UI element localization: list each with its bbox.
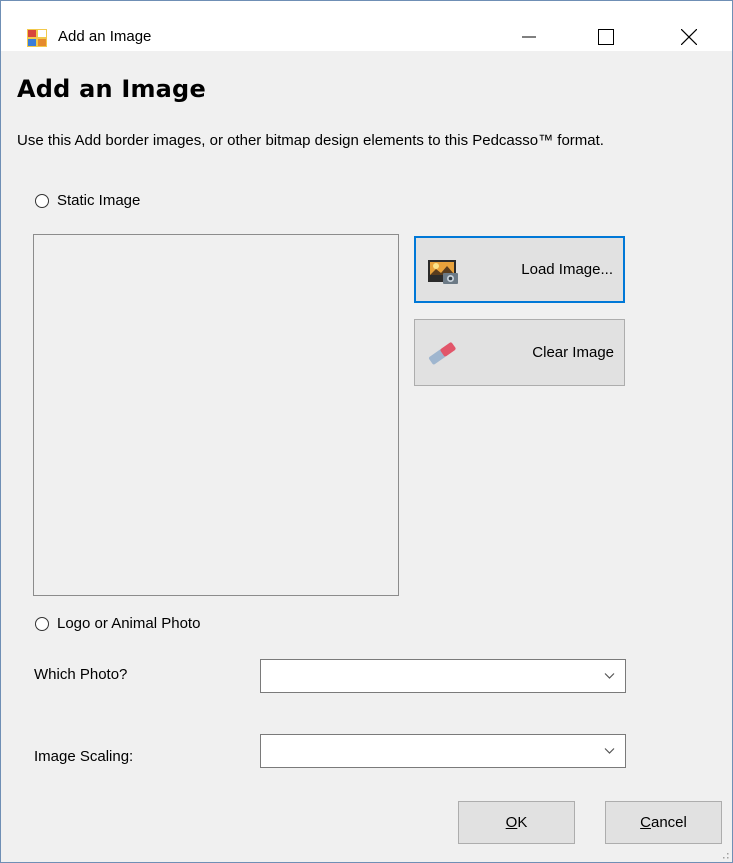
image-preview-box xyxy=(33,234,399,596)
cancel-button[interactable]: Cancel xyxy=(605,801,722,844)
clear-image-label: Clear Image xyxy=(532,344,614,361)
dialog-heading: Add an Image xyxy=(17,75,206,103)
static-image-label: Static Image xyxy=(57,192,141,209)
title-bar[interactable]: Add an Image xyxy=(1,1,732,51)
add-image-dialog: Add an Image Add an Image Use this Add b… xyxy=(0,0,733,863)
window-title: Add an Image xyxy=(58,28,152,45)
image-scaling-label: Image Scaling: xyxy=(34,748,134,765)
eraser-icon xyxy=(429,342,456,365)
logo-photo-label: Logo or Animal Photo xyxy=(57,615,201,632)
close-button[interactable] xyxy=(666,21,712,53)
radio-circle[interactable] xyxy=(35,616,49,631)
clear-image-button[interactable]: Clear Image xyxy=(414,319,625,386)
close-icon xyxy=(681,29,697,45)
radio-circle[interactable] xyxy=(35,193,49,208)
dialog-description: Use this Add border images, or other bit… xyxy=(17,132,604,149)
minimize-icon xyxy=(522,36,536,38)
which-photo-dropdown[interactable] xyxy=(260,659,626,693)
which-photo-label: Which Photo? xyxy=(34,666,128,683)
ok-label: K xyxy=(517,814,528,831)
maximize-button[interactable] xyxy=(583,21,629,53)
load-image-label: Load Image... xyxy=(521,261,613,278)
minimize-button[interactable] xyxy=(506,21,552,53)
ok-button[interactable]: OK xyxy=(458,801,575,844)
static-image-radio[interactable]: Static Image xyxy=(35,192,140,209)
logo-photo-radio[interactable]: Logo or Animal Photo xyxy=(35,615,200,632)
app-icon xyxy=(27,29,47,47)
load-image-button[interactable]: Load Image... xyxy=(414,236,625,303)
photo-camera-icon xyxy=(428,260,458,284)
maximize-icon xyxy=(598,29,614,45)
resize-grip-icon[interactable] xyxy=(721,851,729,859)
chevron-down-icon xyxy=(604,673,615,679)
cancel-label: ancel xyxy=(650,814,687,831)
image-scaling-dropdown[interactable] xyxy=(260,734,626,768)
ok-mnemonic: O xyxy=(505,814,518,831)
chevron-down-icon xyxy=(604,748,615,754)
cancel-mnemonic: C xyxy=(640,814,651,831)
